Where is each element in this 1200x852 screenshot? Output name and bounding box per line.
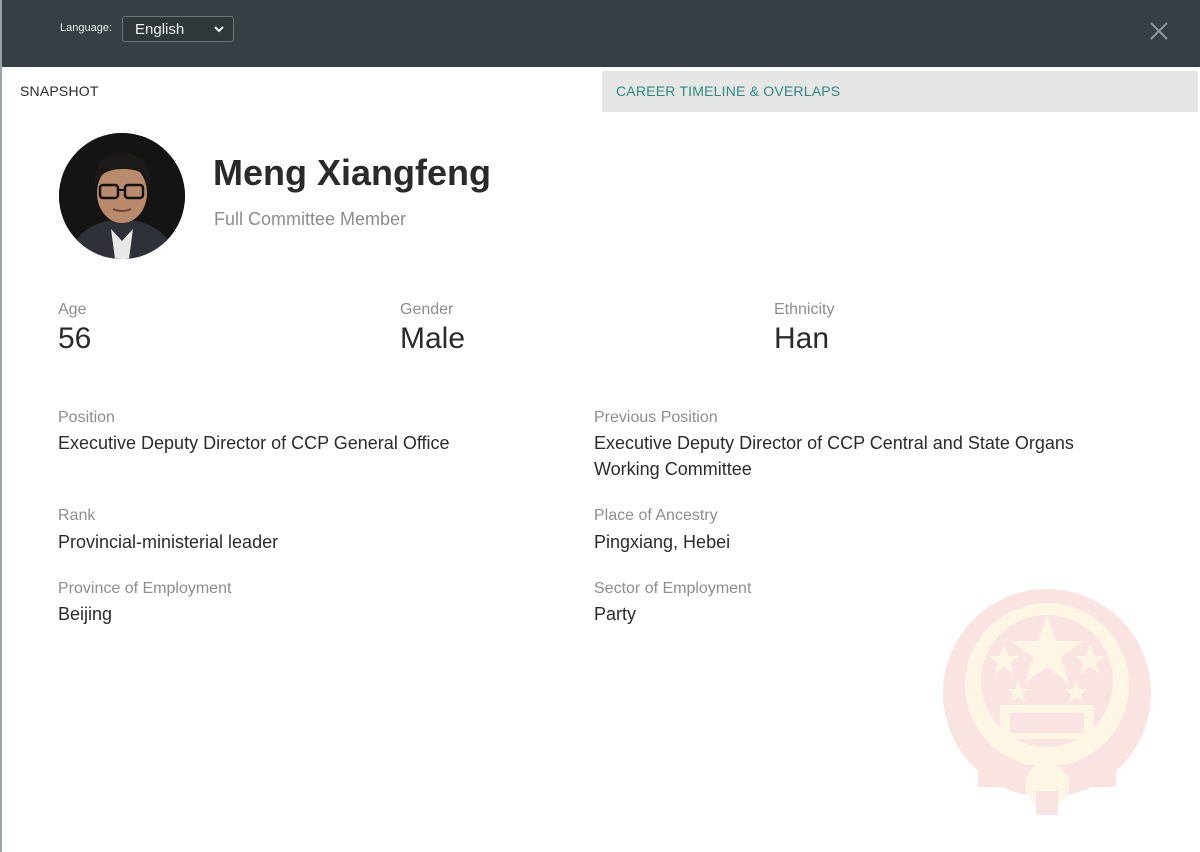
sector-value: Party [594, 604, 637, 624]
ethnicity-value: Han [774, 322, 830, 355]
gender-value: Male [400, 322, 466, 355]
language-label: Language: [60, 22, 112, 34]
language-select[interactable]: English [122, 16, 234, 42]
profile-photo [59, 133, 185, 259]
tab-snapshot[interactable]: SNAPSHOT [6, 71, 602, 112]
avatar [59, 133, 185, 259]
previous-position-value: Executive Deputy Director of CCP Central… [594, 433, 1074, 479]
position-value: Executive Deputy Director of CCP General… [58, 433, 450, 453]
language-selected-value: English [135, 21, 185, 38]
position-label: Position [58, 409, 115, 426]
ethnicity-label: Ethnicity [774, 301, 835, 318]
national-emblem-watermark [943, 589, 1151, 815]
previous-position-label: Previous Position [594, 409, 718, 426]
tab-bar: SNAPSHOT CAREER TIMELINE & OVERLAPS [6, 71, 1198, 112]
province-label: Province of Employment [58, 580, 232, 597]
close-icon[interactable] [1148, 20, 1170, 42]
rank-label: Rank [58, 507, 96, 524]
province-value: Beijing [58, 604, 113, 624]
rank-value: Provincial-ministerial leader [58, 532, 279, 552]
profile-title: Full Committee Member [214, 209, 407, 229]
sector-label: Sector of Employment [594, 580, 752, 597]
ancestry-label: Place of Ancestry [594, 507, 718, 524]
chevron-down-icon [214, 26, 224, 33]
profile-name: Meng Xiangfeng [213, 152, 491, 193]
gender-label: Gender [400, 301, 454, 318]
age-label: Age [58, 301, 87, 318]
age-value: 56 [58, 322, 92, 355]
tab-career-timeline[interactable]: CAREER TIMELINE & OVERLAPS [602, 71, 1198, 112]
ancestry-value: Pingxiang, Hebei [594, 532, 731, 552]
top-bar: Language: English [0, 0, 1200, 67]
